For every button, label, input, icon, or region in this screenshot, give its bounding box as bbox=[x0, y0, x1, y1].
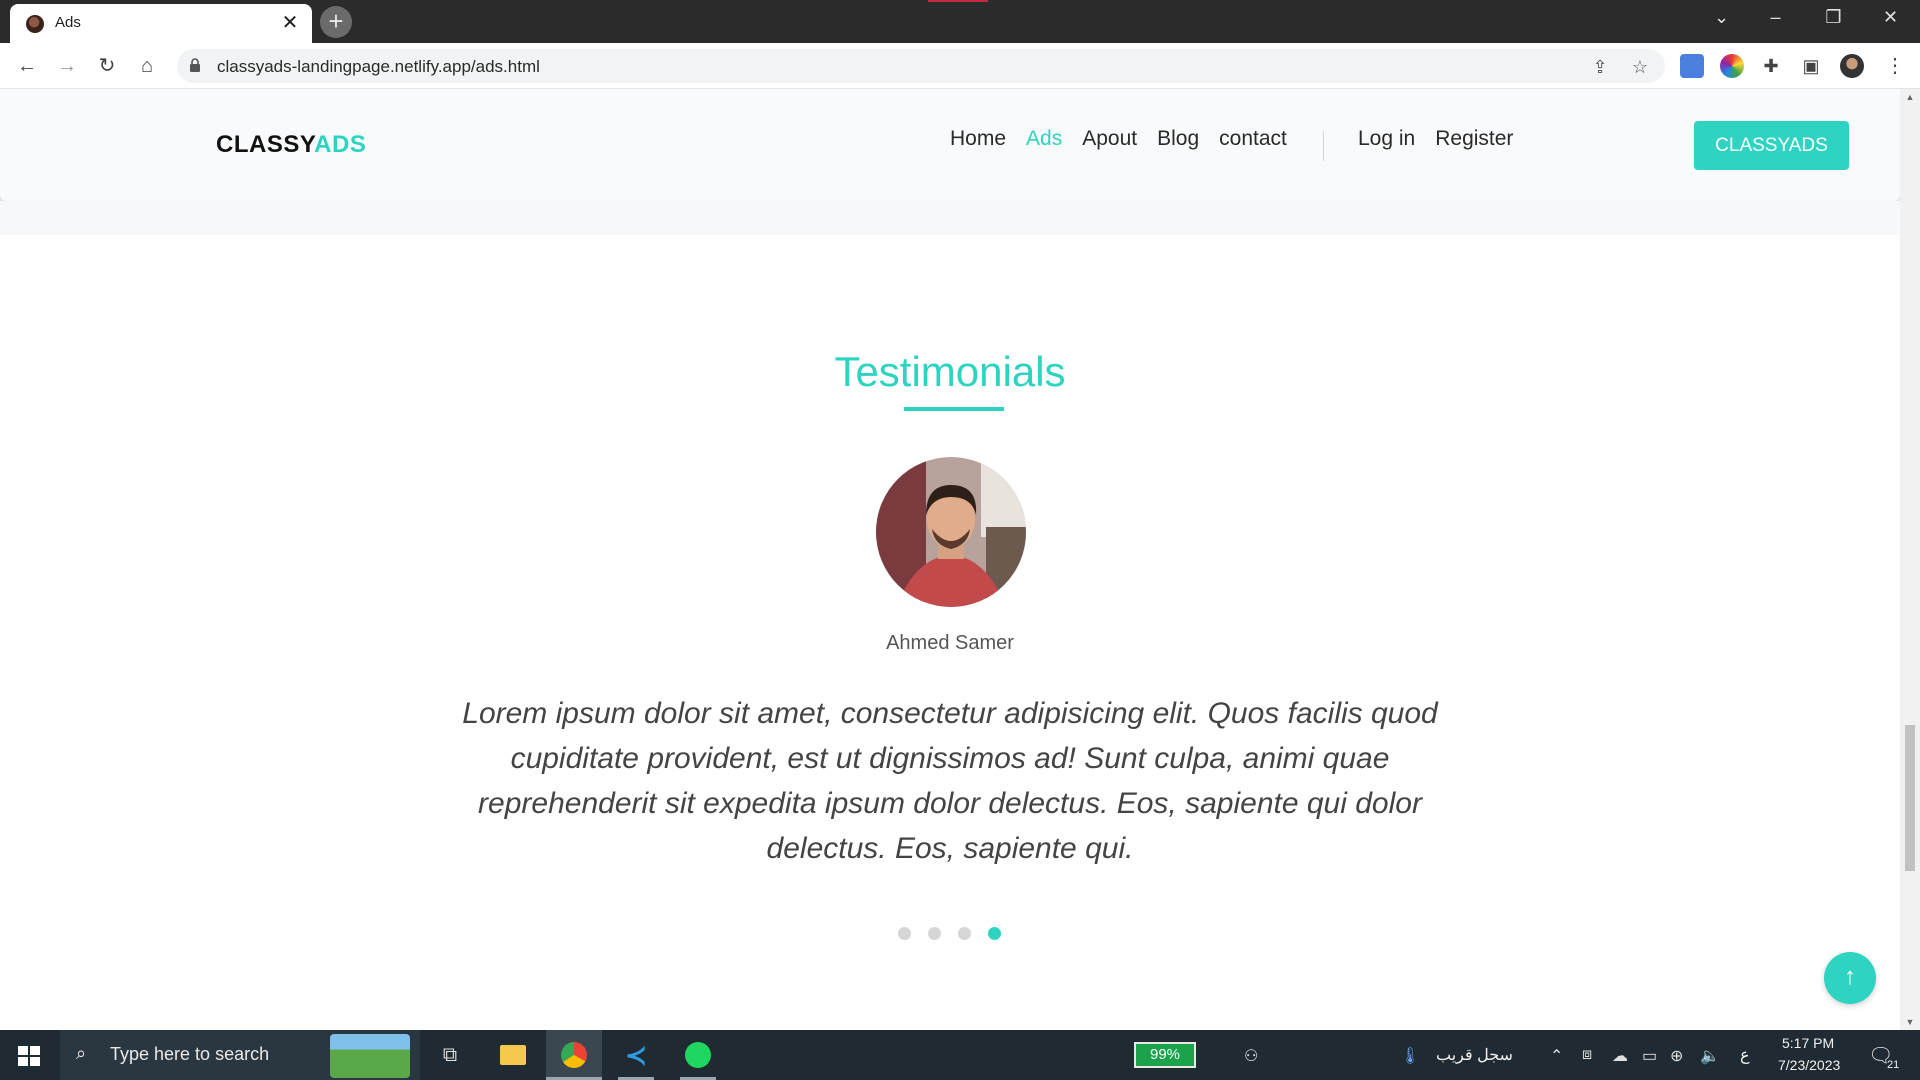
windows-taskbar: ⌕ Type here to search ⧉ ≺ 99% ⚇ 🌡 سجل قر… bbox=[0, 1030, 1920, 1080]
meet-now-icon[interactable]: ⧈ bbox=[1582, 1046, 1592, 1064]
auth-nav: Log in Register bbox=[1358, 127, 1513, 151]
input-language[interactable]: ع bbox=[1740, 1045, 1750, 1065]
tab-strip-indicator bbox=[928, 0, 988, 2]
nav-divider bbox=[1323, 131, 1324, 161]
chrome-taskbar-button[interactable] bbox=[546, 1030, 602, 1080]
battery-meter[interactable]: 99% bbox=[1134, 1042, 1196, 1068]
bookmark-star-icon[interactable]: ☆ bbox=[1627, 55, 1653, 79]
close-window-button[interactable]: ✕ bbox=[1863, 0, 1918, 35]
taskbar-search-box[interactable]: ⌕ Type here to search bbox=[60, 1030, 420, 1080]
folder-icon bbox=[500, 1045, 526, 1065]
side-panel-icon[interactable]: ▣ bbox=[1796, 51, 1826, 81]
carousel-dot-1[interactable] bbox=[898, 927, 911, 940]
scroll-down-arrow-icon[interactable]: ▼ bbox=[1900, 1014, 1920, 1030]
browser-toolbar: ← → ↻ ⌂ classyads-landingpage.netlify.ap… bbox=[0, 43, 1920, 89]
profile-avatar[interactable] bbox=[1840, 54, 1864, 78]
logo-accent-text: ADS bbox=[314, 131, 367, 158]
nav-link-contact[interactable]: contact bbox=[1219, 127, 1287, 151]
volume-icon[interactable]: 🔈 bbox=[1700, 1046, 1720, 1066]
nav-link-home[interactable]: Home bbox=[950, 127, 1006, 151]
network-globe-icon[interactable]: ⊕ bbox=[1670, 1046, 1683, 1066]
scrollbar-thumb[interactable] bbox=[1905, 725, 1915, 871]
windows-start-icon[interactable] bbox=[18, 1046, 40, 1066]
forward-arrow-icon[interactable]: → bbox=[52, 51, 82, 81]
nav-link-ads[interactable]: Ads bbox=[1026, 127, 1062, 151]
nav-link-about[interactable]: Apout bbox=[1082, 127, 1137, 151]
scroll-up-arrow-icon[interactable]: ▲ bbox=[1900, 89, 1920, 105]
taskbar-search-placeholder: Type here to search bbox=[110, 1044, 270, 1064]
page-scrollbar[interactable]: ▲ ▼ bbox=[1900, 89, 1920, 1030]
search-highlight-image bbox=[330, 1034, 410, 1078]
color-extension-icon[interactable] bbox=[1720, 54, 1744, 78]
notification-count: 21 bbox=[1887, 1059, 1900, 1071]
classyads-cta-button[interactable]: CLASSYADS bbox=[1694, 121, 1849, 170]
main-nav: Home Ads Apout Blog contact bbox=[950, 127, 1287, 151]
home-icon[interactable]: ⌂ bbox=[132, 51, 162, 81]
reviewer-avatar bbox=[876, 457, 1026, 607]
login-link[interactable]: Log in bbox=[1358, 127, 1415, 151]
tab-search-chevron-icon[interactable]: ⌄ bbox=[1694, 0, 1749, 35]
page-viewport: CLASSYADS Home Ads Apout Blog contact Lo… bbox=[0, 89, 1900, 1030]
carousel-pagination bbox=[898, 927, 1001, 940]
translate-extension-icon[interactable] bbox=[1680, 54, 1704, 78]
header-spacer-band bbox=[0, 201, 1900, 235]
weather-thermometer-icon[interactable]: 🌡 bbox=[1400, 1046, 1420, 1066]
back-arrow-icon[interactable]: ← bbox=[12, 51, 42, 81]
extensions-puzzle-icon[interactable]: ✚ bbox=[1756, 51, 1786, 81]
carousel-dot-2[interactable] bbox=[928, 927, 941, 940]
site-favicon-icon bbox=[26, 15, 44, 33]
site-logo[interactable]: CLASSYADS bbox=[216, 131, 366, 159]
tab-close-icon[interactable]: ✕ bbox=[278, 11, 302, 35]
battery-icon[interactable]: ▭ bbox=[1642, 1046, 1657, 1066]
title-underline bbox=[904, 407, 1004, 411]
search-icon: ⌕ bbox=[76, 1043, 87, 1063]
show-hidden-icons-chevron-icon[interactable]: ⌃ bbox=[1550, 1046, 1563, 1066]
carousel-dot-3[interactable] bbox=[958, 927, 971, 940]
chrome-icon bbox=[561, 1042, 587, 1068]
url-text: classyads-landingpage.netlify.app/ads.ht… bbox=[217, 57, 540, 76]
nav-link-blog[interactable]: Blog bbox=[1157, 127, 1199, 151]
clock-date[interactable]: 7/23/2023 bbox=[1778, 1057, 1840, 1073]
weather-text[interactable]: سجل قريب bbox=[1436, 1045, 1513, 1065]
new-tab-button[interactable]: + bbox=[320, 6, 352, 38]
testimonials-title: Testimonials bbox=[834, 348, 1066, 395]
task-view-icon: ⧉ bbox=[442, 1044, 458, 1066]
register-link[interactable]: Register bbox=[1435, 127, 1513, 151]
scroll-to-top-button[interactable]: ↑ bbox=[1824, 952, 1876, 1004]
browser-tab-ads[interactable]: Ads ✕ bbox=[10, 4, 312, 43]
carousel-dot-4[interactable] bbox=[988, 927, 1001, 940]
vscode-taskbar-button[interactable]: ≺ bbox=[608, 1030, 664, 1080]
logo-main-text: CLASSY bbox=[216, 131, 315, 158]
browser-menu-icon[interactable]: ⋮ bbox=[1880, 51, 1910, 81]
people-icon[interactable]: ⚇ bbox=[1244, 1046, 1258, 1066]
testimonial-quote: Lorem ipsum dolor sit amet, consectetur … bbox=[462, 697, 1438, 865]
spotify-icon bbox=[685, 1042, 711, 1068]
site-header: CLASSYADS Home Ads Apout Blog contact Lo… bbox=[0, 89, 1900, 201]
task-view-button[interactable]: ⧉ bbox=[422, 1030, 478, 1080]
reload-icon[interactable]: ↻ bbox=[92, 51, 122, 81]
reviewer-name: Ahmed Samer bbox=[886, 632, 1014, 654]
tab-title: Ads bbox=[55, 14, 81, 31]
minimize-window-button[interactable]: – bbox=[1748, 0, 1803, 35]
reviewer-photo bbox=[876, 457, 1026, 607]
file-explorer-button[interactable] bbox=[485, 1030, 541, 1080]
browser-tab-strip: Ads ✕ + ⌄ – ❐ ✕ bbox=[0, 0, 1920, 43]
onedrive-cloud-icon[interactable]: ☁ bbox=[1612, 1046, 1628, 1066]
arrow-up-icon: ↑ bbox=[1844, 963, 1856, 990]
share-icon[interactable]: ⇪ bbox=[1587, 55, 1613, 79]
lock-icon bbox=[190, 58, 200, 72]
spotify-taskbar-button[interactable] bbox=[670, 1030, 726, 1080]
vscode-icon: ≺ bbox=[625, 1040, 647, 1070]
address-bar[interactable]: classyads-landingpage.netlify.app/ads.ht… bbox=[177, 49, 1665, 83]
clock-time[interactable]: 5:17 PM bbox=[1782, 1035, 1834, 1051]
restore-window-button[interactable]: ❐ bbox=[1806, 0, 1861, 35]
